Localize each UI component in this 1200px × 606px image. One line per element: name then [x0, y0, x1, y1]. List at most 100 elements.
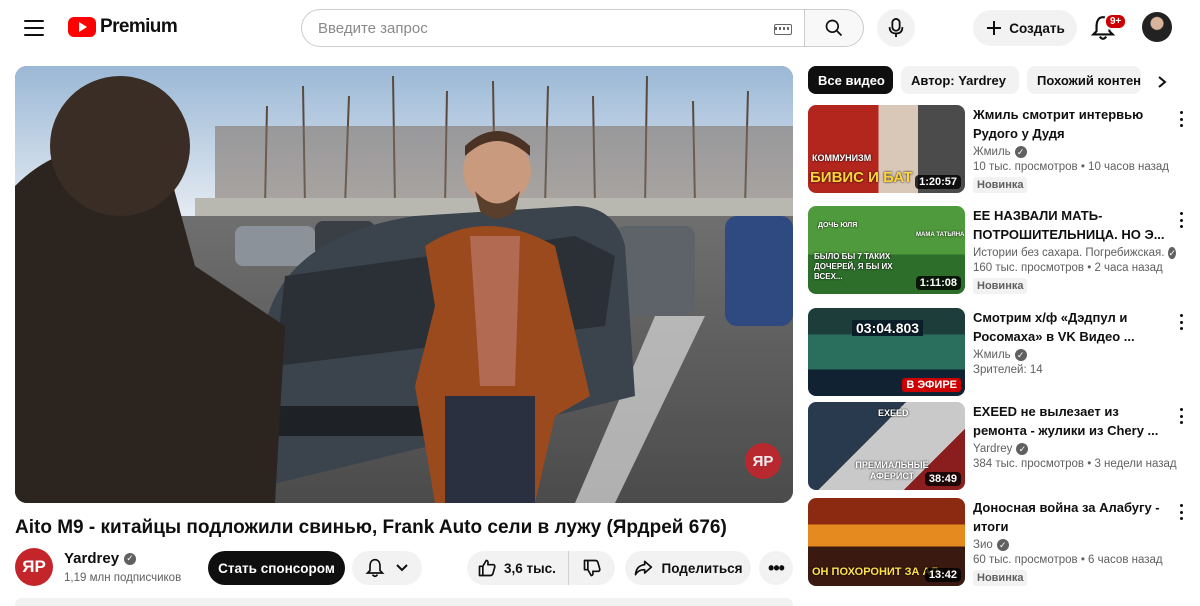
recommendation-channel[interactable]: Истории без сахара. Погребижская. ✓ [973, 247, 1177, 259]
search-icon [825, 19, 843, 37]
thumbnail-caption: EXEED [878, 408, 909, 418]
channel-avatar[interactable]: ЯР [15, 548, 53, 586]
menu-icon[interactable] [20, 14, 48, 42]
video-thumbnail[interactable]: EXEED ПРЕМИАЛЬНЫЕ АФЕРИСТ 38:49 [808, 402, 965, 490]
verified-icon: ✓ [1168, 247, 1177, 259]
new-badge: Новинка [973, 278, 1028, 294]
chip-all-videos[interactable]: Все видео [808, 66, 893, 94]
recommendation-info: ЕЕ НАЗВАЛИ МАТЬ-ПОТРОШИТЕЛЬНИЦА. НО Э...… [973, 206, 1177, 294]
recommendation-meta: 60 тыс. просмотров • 6 часов назад [973, 554, 1163, 566]
account-avatar[interactable] [1142, 12, 1172, 42]
description-box[interactable] [15, 598, 793, 606]
share-icon [635, 560, 653, 576]
video-player[interactable]: ЯР [15, 66, 793, 503]
chip-related[interactable]: Похожий контент [1027, 66, 1141, 94]
video-thumbnail[interactable]: ДОЧЬ ЮЛЯ МАМА ТАТЬЯНА БЫЛО БЫ 7 ТАКИХ ДО… [808, 206, 965, 294]
thumbnail-caption: КОММУНИЗМ [812, 153, 872, 163]
recommendation-channel[interactable]: Жмиль ✓ [973, 349, 1173, 361]
chevron-right-icon [1158, 76, 1167, 88]
thumbnail-caption: ОН ПОХОРОНИТ ЗА АЛ [812, 566, 939, 578]
verified-icon: ✓ [996, 539, 1009, 551]
thumbnail-caption: БИВИС И БАТ [810, 169, 913, 186]
video-duration: 1:20:57 [915, 175, 961, 189]
recommendation-title[interactable]: EXEED не вылезает из ремонта - жулики из… [973, 402, 1173, 440]
recommendation-title[interactable]: ЕЕ НАЗВАЛИ МАТЬ-ПОТРОШИТЕЛЬНИЦА. НО Э... [973, 206, 1173, 244]
thumbnail-caption: БЫЛО БЫ 7 ТАКИХ ДОЧЕРЕЙ, Я БЫ ИХ ВСЕХ... [814, 252, 893, 281]
video-title: Aito M9 - китайцы подложили свинью, Fran… [15, 517, 727, 538]
recommendation-info: Доносная война за Алабугу - итоги Зио ✓ 6… [973, 498, 1173, 586]
video-duration: 1:11:08 [915, 276, 961, 290]
recommendation-meta: 384 тыс. просмотров • 3 недели назад [973, 458, 1177, 470]
recommendation-info: Смотрим х/ф «Дэдпул и Росомаха» в VK Вид… [973, 308, 1173, 376]
channel-name-text: Yardrey [973, 443, 1013, 455]
more-actions-button[interactable]: ••• [759, 551, 793, 585]
recommendation-channel[interactable]: Yardrey ✓ [973, 443, 1173, 455]
search-button[interactable] [804, 9, 864, 47]
recommendation-title[interactable]: Жмиль смотрит интервью Рудого у Дудя [973, 105, 1173, 143]
kebab-icon[interactable] [1174, 406, 1188, 426]
kebab-icon[interactable] [1174, 210, 1188, 230]
chip-author[interactable]: Автор: Yardrey [901, 66, 1019, 94]
recommendation-channel[interactable]: Зио ✓ [973, 539, 1173, 551]
thumbs-down-icon [583, 559, 601, 577]
dislike-button[interactable] [569, 551, 615, 585]
like-button[interactable]: 3,6 тыс. [467, 551, 569, 585]
keyboard-icon[interactable] [774, 24, 792, 35]
bell-icon [365, 558, 385, 578]
more-icon: ••• [768, 557, 785, 578]
video-thumbnail[interactable]: ОН ПОХОРОНИТ ЗА АЛ 13:42 [808, 498, 965, 586]
chevron-down-icon [396, 564, 408, 572]
notifications-button[interactable]: 9+ [1090, 12, 1128, 44]
thumbs-up-icon [478, 559, 496, 577]
recommendation-info: EXEED не вылезает из ремонта - жулики из… [973, 402, 1177, 470]
youtube-premium-logo[interactable]: Premium [68, 16, 178, 38]
create-label: Создать [1009, 20, 1065, 36]
verified-icon: ✓ [1014, 349, 1027, 361]
notification-settings-button[interactable] [352, 551, 422, 585]
recommendation-info: Жмиль смотрит интервью Рудого у Дудя Жми… [973, 105, 1173, 193]
recommendation-item[interactable]: ОН ПОХОРОНИТ ЗА АЛ 13:42 Доносная война … [808, 498, 1192, 588]
recommendation-meta: Зрителей: 14 [973, 364, 1043, 376]
channel-name-text: Зио [973, 539, 993, 551]
plus-icon [987, 21, 1002, 35]
search-input[interactable] [318, 19, 758, 37]
thumbnail-caption: МАМА ТАТЬЯНА [916, 232, 965, 238]
recommendation-item[interactable]: КОММУНИЗМ БИВИС И БАТ 1:20:57 Жмиль смот… [808, 105, 1192, 195]
filter-chips: Все видео Автор: Yardrey Похожий контент [808, 66, 1188, 94]
recommendation-channel[interactable]: Жмиль ✓ [973, 146, 1173, 158]
chips-next-button[interactable] [1150, 70, 1174, 94]
channel-watermark[interactable]: ЯР [745, 443, 781, 479]
kebab-icon[interactable] [1174, 312, 1188, 332]
recommendation-item[interactable]: 03:04.803 В ЭФИРЕ Смотрим х/ф «Дэдпул и … [808, 308, 1192, 398]
channel-name-text: Жмиль [973, 349, 1011, 361]
mic-icon [888, 18, 904, 38]
recommendation-item[interactable]: ДОЧЬ ЮЛЯ МАМА ТАТЬЯНА БЫЛО БЫ 7 ТАКИХ ДО… [808, 206, 1192, 296]
channel-name-text: Yardrey [64, 550, 120, 567]
kebab-icon[interactable] [1174, 109, 1188, 129]
thumbnail-caption: ПРЕМИАЛЬНЫЕ АФЕРИСТ [855, 460, 929, 481]
recommendation-title[interactable]: Доносная война за Алабугу - итоги [973, 498, 1173, 536]
notifications-badge: 9+ [1104, 13, 1128, 30]
channel-name-text: Жмиль [973, 146, 1011, 158]
subscriber-count: 1,19 млн подписчиков [64, 572, 182, 584]
like-count: 3,6 тыс. [504, 560, 556, 576]
new-badge: Новинка [973, 177, 1028, 193]
verified-icon: ✓ [124, 552, 137, 565]
share-button[interactable]: Поделиться [625, 551, 751, 585]
youtube-logo-icon [68, 17, 96, 37]
kebab-icon[interactable] [1174, 502, 1188, 522]
video-thumbnail[interactable]: 03:04.803 В ЭФИРЕ [808, 308, 965, 396]
channel-name[interactable]: Yardrey ✓ [64, 550, 137, 567]
voice-search-button[interactable] [877, 9, 915, 47]
verified-icon: ✓ [1014, 146, 1027, 158]
sponsor-button[interactable]: Стать спонсором [208, 551, 345, 585]
search-box [301, 9, 804, 47]
video-duration: 38:49 [924, 472, 961, 486]
recommendation-meta: 10 тыс. просмотров • 10 часов назад [973, 161, 1170, 173]
video-thumbnail[interactable]: КОММУНИЗМ БИВИС И БАТ 1:20:57 [808, 105, 965, 193]
live-badge: В ЭФИРЕ [902, 378, 961, 392]
create-button[interactable]: Создать [973, 10, 1077, 46]
recommendation-title[interactable]: Смотрим х/ф «Дэдпул и Росомаха» в VK Вид… [973, 308, 1173, 346]
logo-text: Premium [100, 16, 178, 37]
recommendation-item[interactable]: EXEED ПРЕМИАЛЬНЫЕ АФЕРИСТ 38:49 EXEED не… [808, 402, 1192, 492]
